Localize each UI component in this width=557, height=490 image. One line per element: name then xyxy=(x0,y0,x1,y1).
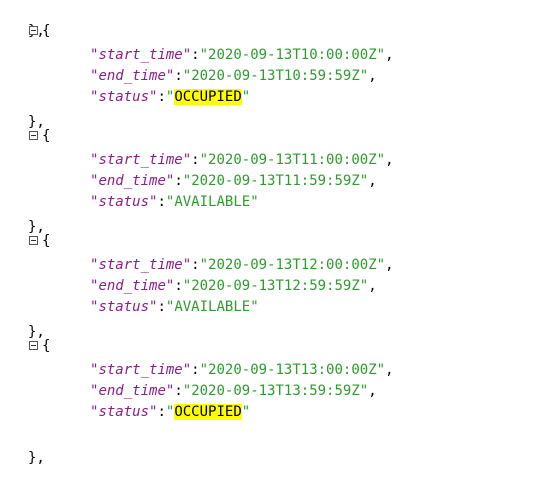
key-start-time: "start_time" xyxy=(90,47,192,63)
start-time-value: 2020-09-13T10:00:00Z xyxy=(208,47,377,63)
start-time-value: 2020-09-13T11:00:00Z xyxy=(208,152,377,168)
start-time-value: 2020-09-13T12:00:00Z xyxy=(208,257,377,273)
collapse-toggle-icon[interactable] xyxy=(29,341,38,350)
key-status: "status" xyxy=(90,89,158,105)
open-brace: { xyxy=(42,338,51,354)
key-status: "status" xyxy=(90,194,158,210)
status-value: OCCUPIED xyxy=(174,89,242,105)
start-time-value: 2020-09-13T13:00:00Z xyxy=(208,362,377,378)
key-end-time: "end_time" xyxy=(90,173,175,189)
closing-brace-line-final: }, xyxy=(0,427,45,466)
key-status: "status" xyxy=(90,404,158,420)
key-start-time: "start_time" xyxy=(90,257,192,273)
end-time-value: 2020-09-13T13:59:59Z xyxy=(191,383,360,399)
status-value: AVAILABLE xyxy=(174,299,251,315)
key-end-time: "end_time" xyxy=(90,68,175,84)
status-value: OCCUPIED xyxy=(174,404,242,420)
closing-brace: }, xyxy=(28,450,45,466)
end-time-value: 2020-09-13T12:59:59Z xyxy=(191,278,360,294)
closing-brace-line: }, xyxy=(0,0,45,39)
collapse-toggle-icon[interactable] xyxy=(29,26,38,35)
key-status: "status" xyxy=(90,299,158,315)
end-time-value: 2020-09-13T10:59:59Z xyxy=(191,68,360,84)
collapse-toggle-icon[interactable] xyxy=(29,131,38,140)
key-start-time: "start_time" xyxy=(90,362,192,378)
open-brace: { xyxy=(42,128,51,144)
end-time-value: 2020-09-13T11:59:59Z xyxy=(191,173,360,189)
key-start-time: "start_time" xyxy=(90,152,192,168)
status-value: AVAILABLE xyxy=(174,194,251,210)
open-brace: { xyxy=(42,233,51,249)
key-end-time: "end_time" xyxy=(90,278,175,294)
collapse-toggle-icon[interactable] xyxy=(29,236,38,245)
key-end-time: "end_time" xyxy=(90,383,175,399)
json-viewer: }, {"start_time":"2020-09-13T10:00:00Z",… xyxy=(0,0,557,466)
open-brace: { xyxy=(42,23,51,39)
